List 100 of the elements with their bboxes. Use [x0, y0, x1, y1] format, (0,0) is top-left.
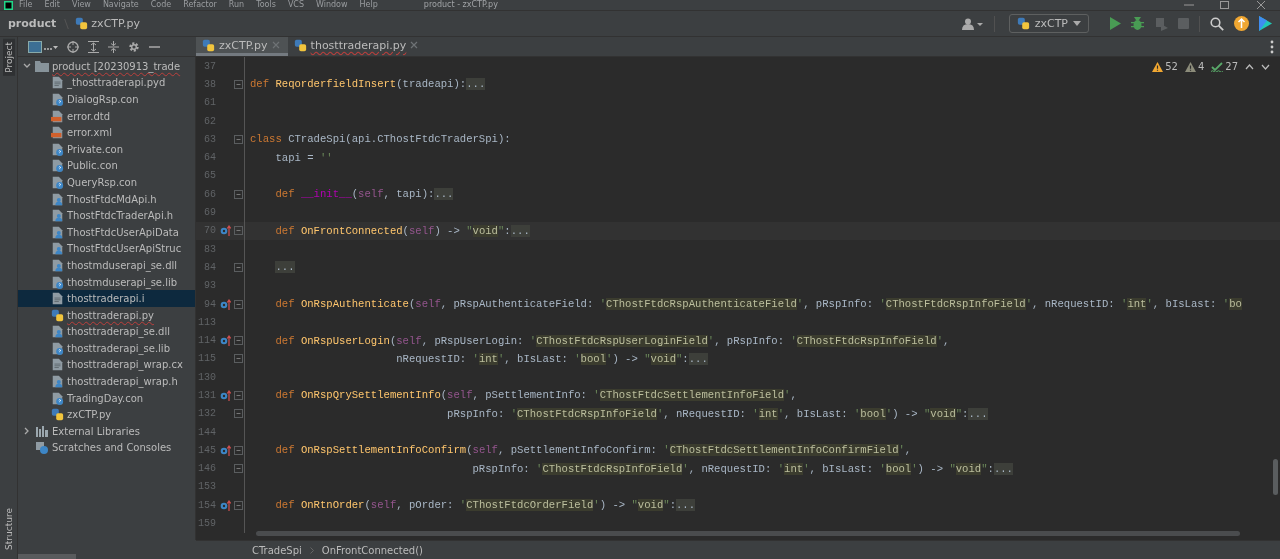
menu-item[interactable]: Run: [222, 0, 251, 10]
fold-marker-icon[interactable]: [233, 299, 243, 309]
menu-item[interactable]: View: [65, 0, 97, 10]
run-config-dropdown[interactable]: zxCTP: [1008, 14, 1089, 33]
override-marker-icon[interactable]: [219, 335, 231, 347]
plugin-logo-icon[interactable]: [1259, 16, 1272, 31]
chevron-right-icon[interactable]: [24, 427, 30, 436]
chevron-down-icon[interactable]: [23, 63, 31, 70]
tree-row[interactable]: thosttraderapi_se.lib: [18, 340, 195, 357]
typo-check-icon: [1211, 61, 1224, 72]
user-dropdown-icon[interactable]: [961, 17, 984, 30]
menu-item[interactable]: VCS: [281, 0, 310, 10]
fold-marker-icon[interactable]: [233, 500, 243, 510]
project-tool-tab[interactable]: Project: [2, 39, 15, 76]
file-breadcrumb[interactable]: zxCTP.py: [91, 17, 140, 30]
expand-all-icon[interactable]: [88, 40, 99, 53]
tree-row[interactable]: zxCTP.py: [18, 406, 195, 424]
fold-marker-icon[interactable]: [233, 464, 243, 474]
override-marker-icon[interactable]: [219, 444, 231, 456]
tree-row[interactable]: ThostFtdcMdApi.h: [18, 190, 195, 208]
fold-marker-icon[interactable]: [233, 226, 243, 236]
more-icon[interactable]: [1270, 40, 1274, 54]
fold-marker-icon[interactable]: [233, 134, 243, 144]
tree-row[interactable]: thosttraderapi.py: [18, 306, 195, 324]
collapse-all-icon[interactable]: [108, 40, 119, 53]
minimize-icon[interactable]: [1184, 1, 1194, 9]
tree-row[interactable]: ThostFtdcUserApiStruc: [18, 240, 195, 258]
fold-marker-icon[interactable]: [233, 391, 243, 400]
override-marker-icon[interactable]: [219, 499, 231, 511]
tree-row[interactable]: _thosttraderapi.pyd: [18, 74, 195, 92]
tree-row[interactable]: TradingDay.con: [18, 389, 195, 407]
tree-row[interactable]: thosttraderapi.i: [18, 290, 195, 307]
tree-row[interactable]: thostmduserapi_se.lib: [18, 273, 195, 291]
project-breadcrumb[interactable]: product: [8, 17, 57, 30]
breadcrumb-item[interactable]: OnFrontConnected(): [321, 544, 423, 556]
search-icon[interactable]: [1210, 16, 1224, 31]
fold-marker-icon[interactable]: [233, 79, 243, 89]
tree-row[interactable]: error.xml: [18, 124, 195, 141]
unknown-file-icon: [51, 142, 64, 156]
tree-row[interactable]: ThostFtdcTraderApi.h: [18, 207, 195, 224]
debug-icon[interactable]: [1131, 17, 1144, 30]
override-marker-icon[interactable]: [219, 225, 231, 237]
menu-item[interactable]: Navigate: [96, 0, 145, 10]
editor-tab[interactable]: thosttraderapi.py: [287, 37, 427, 56]
native-file-icon: [51, 242, 64, 256]
tree-row[interactable]: thosttraderapi_se.dll: [18, 323, 195, 341]
tree-row[interactable]: External Libraries: [18, 423, 195, 440]
tree-row[interactable]: Scratches and Consoles: [18, 439, 195, 457]
fold-marker-icon[interactable]: [233, 354, 243, 364]
tree-row[interactable]: thostmduserapi_se.dll: [18, 257, 195, 274]
editor-tab[interactable]: zxCTP.py: [196, 37, 288, 56]
horizontal-scrollbar-thumb[interactable]: [256, 531, 1240, 536]
inspection-counter[interactable]: 4: [1184, 61, 1205, 72]
next-highlight-icon[interactable]: [1261, 63, 1270, 70]
breadcrumb-item[interactable]: CTradeSpi: [252, 544, 302, 556]
maximize-icon[interactable]: [1220, 1, 1230, 9]
tree-row[interactable]: thosttraderapi_wrap.h: [18, 373, 195, 390]
fold-marker-icon[interactable]: [233, 262, 243, 272]
locate-icon[interactable]: [67, 40, 79, 53]
previous-highlight-icon[interactable]: [1245, 63, 1254, 70]
menu-item[interactable]: File: [13, 0, 39, 10]
native-file-icon: [51, 192, 64, 206]
menu-item[interactable]: Code: [144, 0, 178, 10]
tree-row[interactable]: thosttraderapi_wrap.cx: [18, 356, 195, 374]
python-file-icon: [1016, 17, 1030, 30]
caret-icon: [1073, 21, 1081, 26]
tree-row[interactable]: QueryRsp.con: [18, 174, 195, 191]
menu-item[interactable]: Window: [310, 0, 354, 10]
code-line: class CTradeSpi(api.CThostFtdcTraderSpi):: [250, 133, 511, 146]
close-icon[interactable]: [410, 41, 419, 49]
tree-row[interactable]: product [20230913_trade: [18, 58, 195, 75]
fold-marker-icon[interactable]: [233, 409, 243, 419]
tree-row[interactable]: Public.con: [18, 157, 195, 175]
menu-item[interactable]: Help: [353, 0, 384, 10]
override-marker-icon[interactable]: [219, 298, 231, 310]
tree-row[interactable]: DialogRsp.con: [18, 91, 195, 108]
update-icon[interactable]: [1234, 16, 1249, 31]
fold-marker-icon[interactable]: [233, 445, 243, 455]
override-marker-icon[interactable]: [219, 390, 231, 401]
menu-item[interactable]: Edit: [38, 0, 66, 10]
settings-icon[interactable]: [128, 40, 140, 53]
code-line: def OnRspQrySettlementInfo(self, pSettlementInfo: 'CThostFtdcSettlementInfoField',: [274, 389, 797, 402]
tree-row[interactable]: error.dtd: [18, 107, 195, 125]
panel-view-dropdown-icon[interactable]: [28, 40, 58, 53]
menu-item[interactable]: Refactor: [177, 0, 223, 10]
inspection-counter[interactable]: 52: [1152, 61, 1178, 72]
structure-tool-tab[interactable]: Structure: [2, 505, 15, 553]
line-number: 131: [197, 390, 217, 401]
horizontal-scrollbar-thumb[interactable]: [18, 554, 76, 559]
menu-item[interactable]: Tools: [250, 0, 282, 10]
code-line: def OnRspSettlementInfoConfirm(self, pSettlementInfoConfirm: 'CThostFtdcSettlementInfoConfirmField',: [274, 444, 912, 457]
run-icon[interactable]: [1109, 17, 1121, 30]
tree-row[interactable]: Private.con: [18, 140, 195, 158]
vertical-scrollbar-thumb[interactable]: [1273, 459, 1278, 495]
tree-row[interactable]: ThostFtdcUserApiData: [18, 223, 195, 241]
close-icon[interactable]: [1256, 1, 1266, 9]
python-file-icon: [293, 38, 307, 52]
inspection-counter[interactable]: 27: [1211, 61, 1238, 72]
fold-marker-icon[interactable]: [233, 189, 243, 199]
fold-marker-icon[interactable]: [233, 336, 243, 346]
